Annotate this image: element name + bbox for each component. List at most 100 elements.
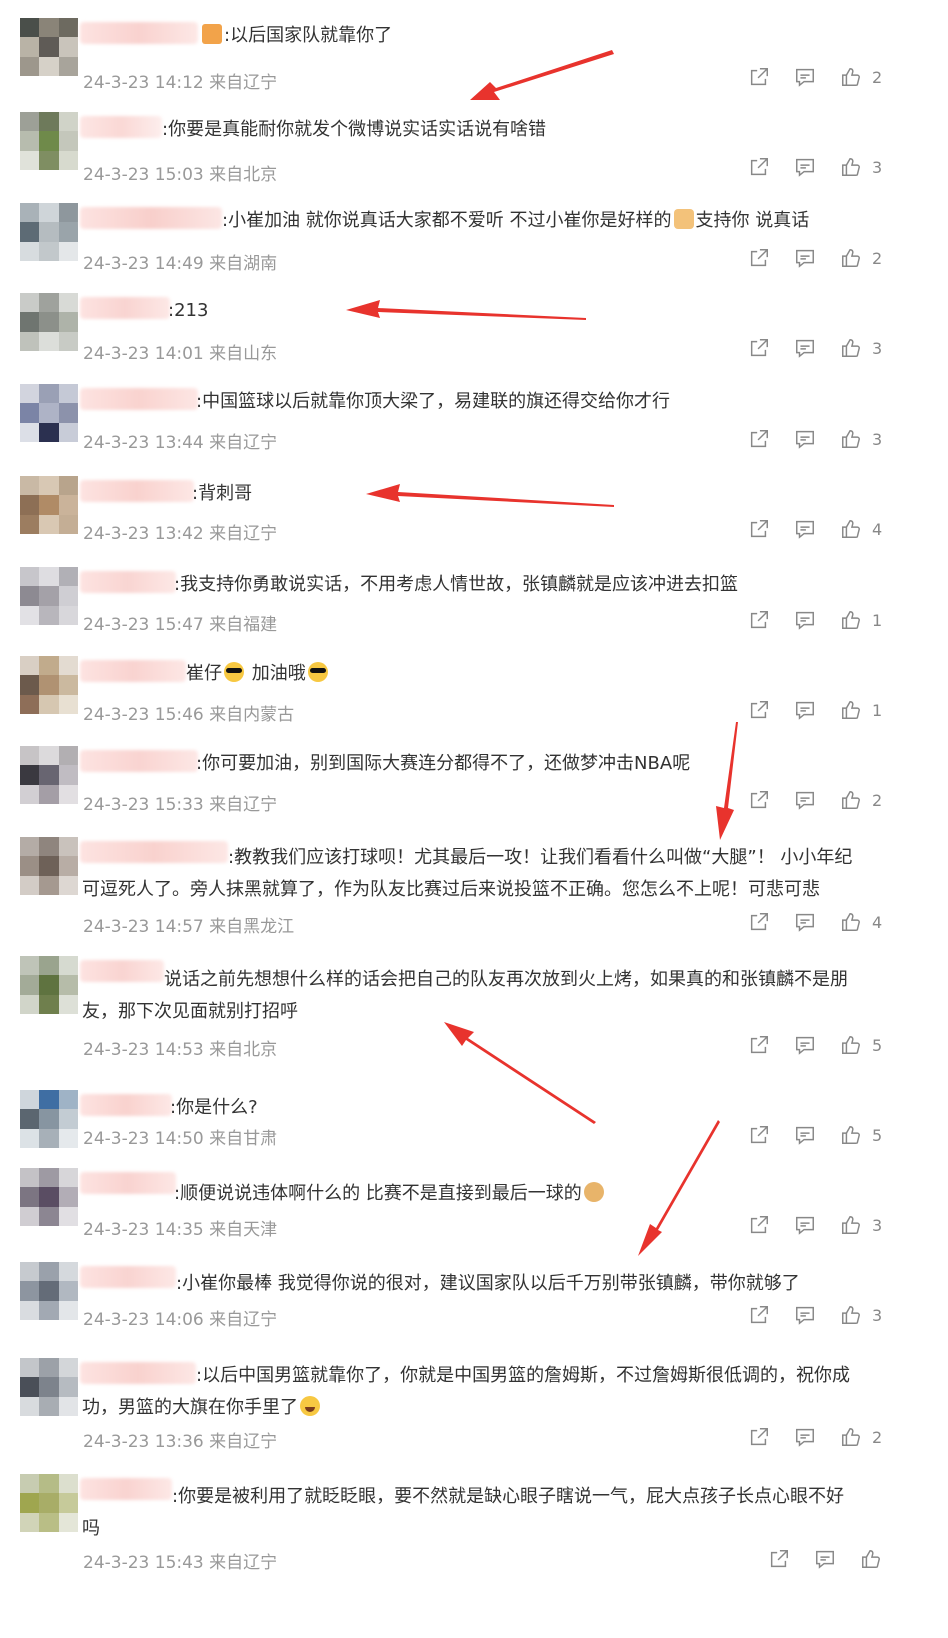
avatar[interactable] [20,656,78,714]
like-button[interactable]: 3 [840,1214,882,1236]
avatar[interactable] [20,203,78,261]
like-button[interactable]: 3 [840,156,882,178]
like-button[interactable]: 2 [840,66,882,88]
share-icon[interactable] [748,1426,770,1448]
share-icon[interactable] [748,428,770,450]
avatar[interactable] [20,18,78,76]
like-button[interactable]: 3 [840,337,882,359]
avatar[interactable] [20,112,78,170]
comment-meta: 24-3-23 15:43 来自辽宁 [83,1548,277,1573]
avatar[interactable] [20,1474,78,1532]
like-button[interactable]: 3 [840,428,882,450]
like-button[interactable]: 4 [840,911,882,933]
comment-icon[interactable] [794,1034,816,1056]
comment-icon[interactable] [794,699,816,721]
sunglasses-emoji-icon [224,662,244,682]
avatar[interactable] [20,956,78,1014]
username-blurred[interactable] [80,480,194,502]
thumbs-up-icon [842,611,860,629]
username-blurred[interactable] [80,1172,176,1194]
comment-text: :小崔你最棒 我觉得你说的很对，建议国家队以后千万别带张镇麟，带你就够了 [176,1273,800,1294]
comment-icon[interactable] [794,66,816,88]
comment-icon[interactable] [794,247,816,269]
username-blurred[interactable] [80,22,198,44]
username-blurred[interactable] [80,116,162,138]
avatar[interactable] [20,1358,78,1416]
comment-icon[interactable] [794,1304,816,1326]
share-icon[interactable] [748,1124,770,1146]
share-icon[interactable] [748,66,770,88]
like-button[interactable]: 1 [840,609,882,631]
comment-icon[interactable] [794,911,816,933]
comment-icon[interactable] [794,428,816,450]
username-blurred[interactable] [80,571,176,593]
comment-icon[interactable] [794,1426,816,1448]
like-button[interactable]: 5 [840,1034,882,1056]
share-icon[interactable] [748,156,770,178]
share-icon[interactable] [748,518,770,540]
like-button[interactable]: 5 [840,1124,882,1146]
like-button[interactable]: 3 [840,1304,882,1326]
comment-actions: 4 [748,911,882,933]
like-button[interactable] [860,1548,892,1570]
share-icon[interactable] [748,1304,770,1326]
share-icon[interactable] [748,699,770,721]
avatar[interactable] [20,293,78,351]
username-blurred[interactable] [80,1266,176,1288]
crown-emoji-icon [202,24,222,44]
red-arrow [444,1022,596,1124]
comment-icon[interactable] [794,789,816,811]
comment-icon[interactable] [794,609,816,631]
comment-location: 来自北京 [209,165,278,185]
username-blurred[interactable] [80,1094,172,1116]
comment-icon[interactable] [794,1124,816,1146]
like-button[interactable]: 4 [840,518,882,540]
username-blurred[interactable] [80,207,222,229]
comment-icon[interactable] [794,337,816,359]
comment-icon[interactable] [794,518,816,540]
avatar[interactable] [20,1168,78,1226]
red-arrow [470,50,614,100]
comment-date: 24-3-23 14:53 [83,1040,204,1060]
share-icon[interactable] [748,1214,770,1236]
username-blurred[interactable] [80,660,186,682]
share-icon[interactable] [748,789,770,811]
comment-meta: 24-3-23 14:50 来自甘肃 [83,1124,277,1149]
comment-icon[interactable] [814,1548,836,1570]
comment-meta: 24-3-23 15:03 来自北京 [83,160,277,185]
username-blurred[interactable] [80,1478,172,1500]
avatar[interactable] [20,384,78,442]
comment-icon[interactable] [794,156,816,178]
thumbs-up-icon [842,430,860,448]
comment-location: 来自天津 [209,1220,278,1240]
avatar[interactable] [20,476,78,534]
thumbs-up-icon [842,1216,860,1234]
like-button[interactable]: 1 [840,699,882,721]
avatar[interactable] [20,746,78,804]
share-icon[interactable] [748,911,770,933]
avatar[interactable] [20,567,78,625]
share-icon[interactable] [748,1034,770,1056]
username-blurred[interactable] [80,1362,196,1384]
username-blurred[interactable] [80,388,198,410]
like-count: 2 [872,1427,883,1447]
comment-actions: 1 [748,699,882,721]
comment-icon[interactable] [794,1214,816,1236]
comment-date: 24-3-23 14:01 [83,344,204,364]
avatar[interactable] [20,1090,78,1148]
like-button[interactable]: 2 [840,1426,882,1448]
comment-text-line2: 功，男篮的大旗在你手里了 [82,1392,322,1423]
comment-text: :你要是被利用了就眨眨眼，要不然就是缺心眼子瞎说一气，屁大点孩子长点心眼不好 [172,1486,845,1507]
avatar[interactable] [20,837,78,895]
avatar[interactable] [20,1262,78,1320]
username-blurred[interactable] [80,960,164,982]
share-icon[interactable] [768,1548,790,1570]
username-blurred[interactable] [80,750,198,772]
share-icon[interactable] [748,247,770,269]
like-button[interactable]: 2 [840,789,882,811]
username-blurred[interactable] [80,297,170,319]
username-blurred[interactable] [80,841,228,863]
share-icon[interactable] [748,609,770,631]
share-icon[interactable] [748,337,770,359]
like-button[interactable]: 2 [840,247,882,269]
